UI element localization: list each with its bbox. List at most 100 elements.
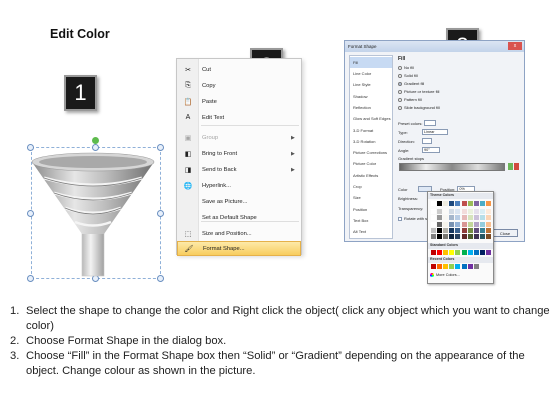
category-item[interactable]: Shadow — [350, 91, 392, 102]
category-item[interactable]: 3-D Rotation — [350, 136, 392, 147]
color-swatch[interactable] — [479, 221, 485, 227]
color-swatch[interactable] — [443, 221, 449, 227]
fill-option[interactable]: Solid fill — [398, 73, 418, 78]
color-swatch[interactable] — [431, 264, 436, 269]
menu-item[interactable]: ✂ Cut — [177, 62, 301, 77]
gradient-stops-slider[interactable] — [399, 163, 505, 171]
color-swatch[interactable] — [461, 227, 467, 233]
color-swatch[interactable] — [473, 250, 479, 255]
color-swatch[interactable] — [443, 209, 449, 215]
menu-item[interactable]: ▣ Group ▶ — [177, 130, 301, 145]
rotation-handle[interactable] — [92, 137, 99, 144]
color-swatch[interactable] — [473, 215, 479, 221]
color-swatch[interactable] — [437, 201, 443, 206]
category-item[interactable]: Fill — [350, 57, 392, 68]
color-swatch[interactable] — [473, 227, 479, 233]
menu-item[interactable]: 📋 Paste — [177, 94, 301, 109]
category-item[interactable]: Crop — [350, 181, 392, 192]
category-item[interactable]: Picture Corrections — [350, 147, 392, 158]
color-swatch[interactable] — [473, 209, 479, 215]
add-stop-icon[interactable] — [508, 163, 513, 170]
category-item[interactable]: Line Style — [350, 80, 392, 91]
color-swatch[interactable] — [461, 250, 467, 255]
color-swatch[interactable] — [479, 234, 485, 239]
more-colors-item[interactable]: More Colors... — [430, 273, 460, 277]
menu-item[interactable]: Set as Default Shape — [177, 210, 301, 225]
rotate-checkbox[interactable] — [398, 216, 402, 221]
color-swatch[interactable] — [467, 221, 473, 227]
color-swatch[interactable] — [431, 201, 436, 206]
color-swatch[interactable] — [449, 209, 455, 215]
category-item[interactable]: Position — [350, 204, 392, 215]
menu-item[interactable]: Save as Picture... — [177, 194, 301, 209]
color-swatch[interactable] — [479, 209, 485, 215]
close-button[interactable]: Close — [492, 229, 518, 237]
color-swatch[interactable] — [485, 215, 491, 221]
color-swatch[interactable] — [449, 201, 455, 206]
color-swatch[interactable] — [443, 264, 449, 269]
color-swatch[interactable] — [473, 201, 479, 206]
color-swatch[interactable] — [455, 250, 461, 255]
color-swatch[interactable] — [461, 264, 467, 269]
color-swatch[interactable] — [449, 234, 455, 239]
color-swatch[interactable] — [455, 215, 461, 221]
color-swatch[interactable] — [437, 264, 443, 269]
color-swatch[interactable] — [485, 234, 491, 239]
color-swatch[interactable] — [473, 234, 479, 239]
radio-button[interactable] — [398, 65, 402, 70]
color-swatch[interactable] — [431, 209, 436, 215]
color-swatch[interactable] — [461, 215, 467, 221]
color-swatch[interactable] — [485, 201, 491, 206]
type-dropdown[interactable]: Linear — [422, 129, 448, 135]
color-swatch[interactable] — [437, 215, 443, 221]
fill-option[interactable]: No fill — [398, 65, 414, 70]
color-swatch[interactable] — [431, 250, 436, 255]
color-swatch[interactable] — [455, 201, 461, 206]
angle-input[interactable]: 90° — [422, 147, 440, 153]
color-swatch[interactable] — [467, 209, 473, 215]
color-swatch[interactable] — [431, 234, 436, 239]
color-swatch[interactable] — [461, 221, 467, 227]
color-swatch[interactable] — [437, 209, 443, 215]
category-item[interactable]: Alt Text — [350, 227, 392, 238]
funnel-shape[interactable] — [30, 148, 162, 280]
color-swatch[interactable] — [443, 215, 449, 221]
color-swatch[interactable] — [479, 227, 485, 233]
color-swatch[interactable] — [449, 215, 455, 221]
color-swatch[interactable] — [461, 209, 467, 215]
color-swatch[interactable] — [455, 221, 461, 227]
color-swatch[interactable] — [437, 234, 443, 239]
color-swatch[interactable] — [449, 221, 455, 227]
fill-option[interactable]: Pattern fill — [398, 97, 422, 102]
color-swatch[interactable] — [443, 201, 449, 206]
color-swatch[interactable] — [485, 227, 491, 233]
radio-button[interactable] — [398, 81, 402, 86]
color-swatch[interactable] — [443, 227, 449, 233]
color-swatch[interactable] — [479, 215, 485, 221]
radio-button[interactable] — [398, 97, 402, 102]
menu-item[interactable]: ⎘ Copy — [177, 78, 301, 93]
color-swatch[interactable] — [479, 201, 485, 206]
direction-dropdown[interactable] — [422, 138, 432, 144]
color-swatch[interactable] — [467, 234, 473, 239]
category-item[interactable]: Text Box — [350, 215, 392, 226]
color-swatch[interactable] — [437, 221, 443, 227]
radio-button[interactable] — [398, 105, 402, 110]
color-swatch[interactable] — [467, 264, 473, 269]
menu-item[interactable]: ◨ Send to Back ▶ — [177, 162, 301, 177]
fill-option[interactable]: Slide background fill — [398, 105, 440, 110]
color-swatch[interactable] — [431, 221, 436, 227]
category-item[interactable]: Artistic Effects — [350, 170, 392, 181]
category-item[interactable]: Glow and Soft Edges — [350, 114, 392, 125]
category-item[interactable]: Picture Color — [350, 159, 392, 170]
color-swatch[interactable] — [455, 264, 461, 269]
color-swatch[interactable] — [431, 215, 436, 221]
color-swatch[interactable] — [473, 264, 479, 269]
color-swatch[interactable] — [461, 234, 467, 239]
fill-option[interactable]: Picture or texture fill — [398, 89, 439, 94]
color-swatch[interactable] — [455, 209, 461, 215]
color-swatch[interactable] — [449, 250, 455, 255]
category-item[interactable]: Reflection — [350, 102, 392, 113]
fill-option[interactable]: Gradient fill — [398, 81, 424, 86]
color-swatch[interactable] — [443, 250, 449, 255]
